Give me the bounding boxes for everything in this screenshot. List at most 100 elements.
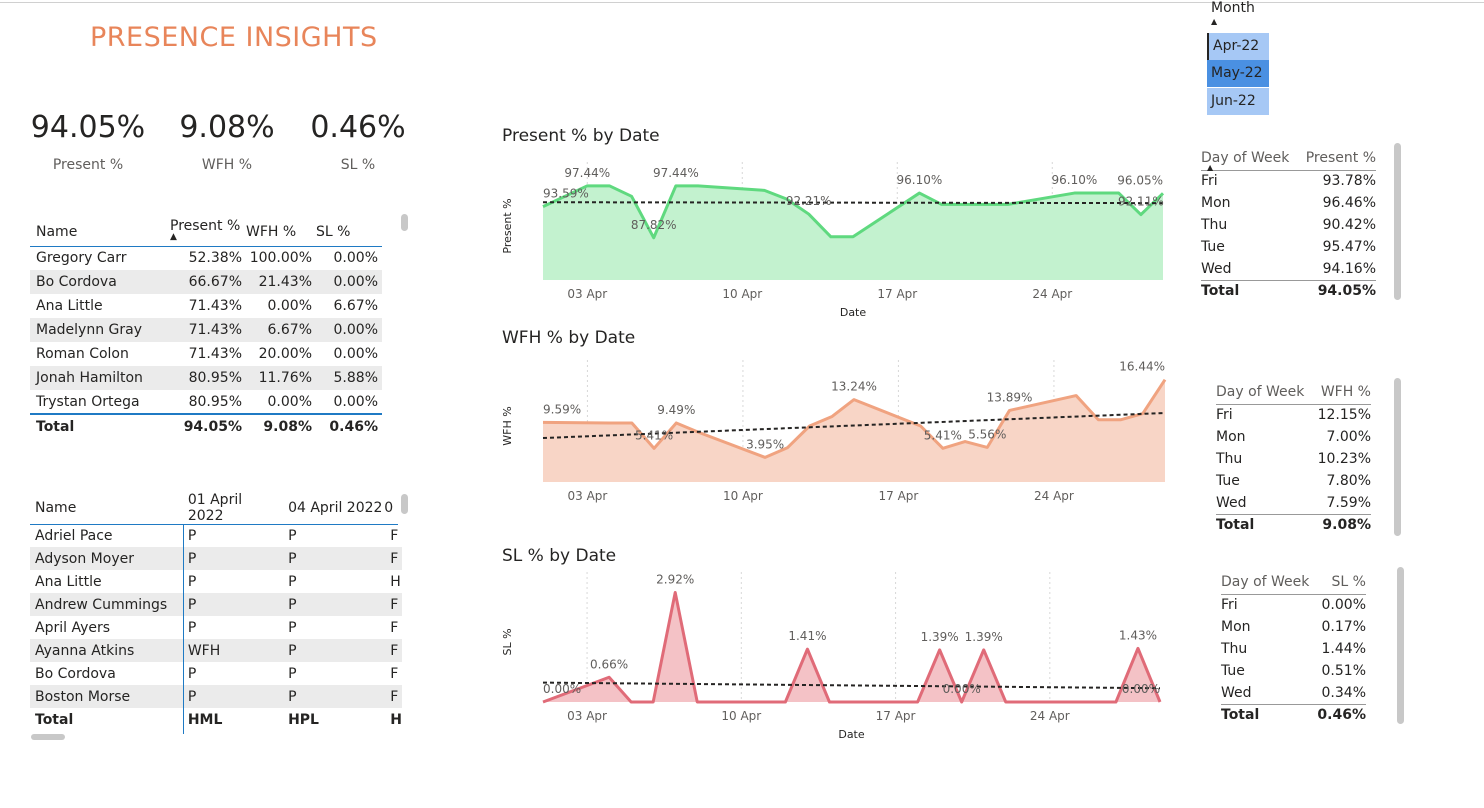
day-row[interactable]: Tue 95.47%: [1201, 236, 1376, 258]
slicer-item-jun[interactable]: Jun-22: [1207, 88, 1269, 115]
trend-line: [542, 681, 1161, 690]
sort-ascending-icon: ▲: [170, 232, 177, 242]
day-row[interactable]: Wed 7.59%: [1216, 492, 1371, 514]
day-cell: Mon: [1221, 619, 1251, 635]
cell-value: 5.88%: [316, 366, 382, 390]
sl-by-date-chart[interactable]: 03 Apr 10 Apr 17 Apr 24 Apr 0.00% 0.66% 2.92% 1…: [495, 570, 1185, 745]
table-row[interactable]: Ana Little 71.43% 0.00% 6.67%: [30, 294, 382, 318]
slicer-item-may[interactable]: May-22: [1207, 60, 1269, 87]
data-label: 0.00%: [1122, 682, 1160, 696]
matrix-row[interactable]: Bo Cordova P P F: [30, 662, 402, 685]
matrix-row[interactable]: Adyson Moyer P P F: [30, 547, 402, 570]
data-label: 0.00%: [543, 682, 581, 696]
matrix-cell-status: P: [288, 619, 297, 636]
col-header-sl[interactable]: SL %: [316, 216, 382, 246]
col-header-name[interactable]: Name: [30, 216, 170, 246]
matrix-cell-name: Adriel Pace: [35, 527, 113, 544]
x-tick-label: 17 Apr: [879, 489, 919, 503]
day-table-present-scrollbar[interactable]: [1394, 143, 1401, 300]
day-table-wfh-scrollbar[interactable]: [1394, 378, 1401, 536]
table-header-divider: [30, 246, 382, 247]
matrix-col-date-3[interactable]: 0: [384, 492, 402, 524]
matrix-cell-status: P: [288, 573, 297, 590]
matrix-col-name[interactable]: Name: [30, 492, 182, 524]
day-row[interactable]: Tue 0.51%: [1221, 660, 1366, 682]
day-row[interactable]: Wed 0.34%: [1221, 682, 1366, 704]
matrix-row[interactable]: Boston Morse P P F: [30, 685, 402, 708]
day-table-sl-scrollbar[interactable]: [1397, 567, 1404, 724]
matrix-horizontal-scrollbar[interactable]: [31, 734, 65, 740]
cell-value: 6.67%: [246, 318, 316, 342]
cell-value: 0.00%: [316, 270, 382, 294]
matrix-cell-status: P: [282, 639, 385, 662]
day-row[interactable]: Tue 7.80%: [1216, 470, 1371, 492]
summary-table-scrollbar[interactable]: [401, 214, 408, 231]
col-header-metric[interactable]: WFH %: [1313, 374, 1371, 404]
day-total-row: Total 94.05%: [1201, 279, 1376, 302]
table-row[interactable]: Bo Cordova 66.67% 21.43% 0.00%: [30, 270, 382, 294]
day-total-cell: 9.08%: [1312, 513, 1371, 536]
cell-name: Gregory Carr: [30, 246, 170, 270]
matrix-cell-name: Bo Cordova: [35, 665, 116, 682]
matrix-column-divider: [183, 524, 184, 734]
col-header-present[interactable]: Present % ▲: [170, 216, 246, 246]
matrix-row[interactable]: Ana Little P P H: [30, 570, 402, 593]
matrix-vertical-scrollbar[interactable]: [401, 494, 408, 514]
col-header-day[interactable]: Day of Week: [1221, 564, 1315, 594]
matrix-row[interactable]: April Ayers P P F: [30, 616, 402, 639]
slicer-item-apr[interactable]: Apr-22: [1207, 33, 1269, 60]
day-row[interactable]: Mon 7.00%: [1216, 426, 1371, 448]
data-label: 96.10%: [1052, 173, 1098, 187]
table-row[interactable]: Madelynn Gray 71.43% 6.67% 0.00%: [30, 318, 382, 342]
area-fill: [543, 185, 1163, 280]
day-row[interactable]: Fri 0.00%: [1221, 593, 1366, 616]
day-row[interactable]: Mon 96.46%: [1201, 192, 1376, 214]
matrix-row[interactable]: Adriel Pace P P F: [30, 524, 402, 547]
chart-title-wfh: WFH % by Date: [502, 328, 636, 348]
day-total-row: Total 0.46%: [1221, 703, 1366, 726]
matrix-col-date-2[interactable]: 04 April 2022: [282, 492, 384, 524]
day-row[interactable]: Fri 93.78%: [1201, 169, 1376, 192]
data-label: 13.24%: [831, 380, 877, 394]
chart-title-sl: SL % by Date: [502, 546, 617, 566]
col-header-day[interactable]: Day of Week: [1201, 140, 1298, 170]
cell-value: 11.76%: [246, 366, 316, 390]
day-cell: Tue: [1216, 473, 1240, 489]
matrix-row[interactable]: Ayanna Atkins WFH P F: [30, 639, 402, 662]
matrix-cell-status: F: [384, 685, 402, 708]
col-header-metric[interactable]: Present %: [1298, 140, 1376, 170]
matrix-cell-status: P: [187, 619, 197, 636]
matrix-col-date-1[interactable]: 01 April 2022: [182, 492, 282, 524]
matrix-cell-status: P: [282, 593, 385, 616]
col-header-metric[interactable]: SL %: [1315, 564, 1366, 594]
month-slicer-label: Month: [1211, 0, 1255, 16]
table-row[interactable]: Roman Colon 71.43% 20.00% 0.00%: [30, 342, 382, 366]
matrix-row[interactable]: Andrew Cummings P P F: [30, 593, 402, 616]
x-tick-label: 17 Apr: [876, 709, 916, 723]
matrix-cell-name: Ana Little: [35, 573, 102, 590]
matrix-total-cell: Total: [35, 711, 74, 728]
day-row[interactable]: Thu 1.44%: [1221, 638, 1366, 660]
table-row[interactable]: Gregory Carr 52.38% 100.00% 0.00%: [30, 246, 382, 270]
x-tick-label: 10 Apr: [723, 489, 763, 503]
data-label: 5.41%: [924, 428, 962, 442]
day-row[interactable]: Thu 10.23%: [1216, 448, 1371, 470]
day-row[interactable]: Wed 94.16%: [1201, 258, 1376, 280]
y-axis-label: SL %: [501, 628, 514, 655]
table-row[interactable]: Trystan Ortega 80.95% 0.00% 0.00%: [30, 390, 382, 414]
data-label: 92.21%: [786, 194, 832, 208]
day-cell: Mon: [1216, 429, 1246, 445]
day-row[interactable]: Mon 0.17%: [1221, 616, 1366, 638]
day-row[interactable]: Thu 90.42%: [1201, 214, 1376, 236]
kpi-sl-value: 0.46%: [310, 110, 406, 145]
col-header-wfh[interactable]: WFH %: [246, 216, 316, 246]
x-tick-label: 10 Apr: [722, 287, 762, 301]
wfh-by-date-chart[interactable]: 03 Apr 10 Apr 17 Apr 24 Apr 9.59% 5.41% 9.49% 3…: [495, 352, 1185, 512]
col-header-day[interactable]: Day of Week: [1216, 374, 1313, 404]
matrix-cell-status: P: [181, 593, 283, 616]
matrix-cell-status: P: [187, 665, 197, 682]
day-row[interactable]: Fri 12.15%: [1216, 403, 1371, 426]
day-total-cell: 0.46%: [1314, 703, 1366, 726]
present-by-date-chart[interactable]: 03 Apr 10 Apr 17 Apr 24 Apr 93.59% 97.44% 87.8…: [495, 150, 1185, 325]
table-row[interactable]: Jonah Hamilton 80.95% 11.76% 5.88%: [30, 366, 382, 390]
